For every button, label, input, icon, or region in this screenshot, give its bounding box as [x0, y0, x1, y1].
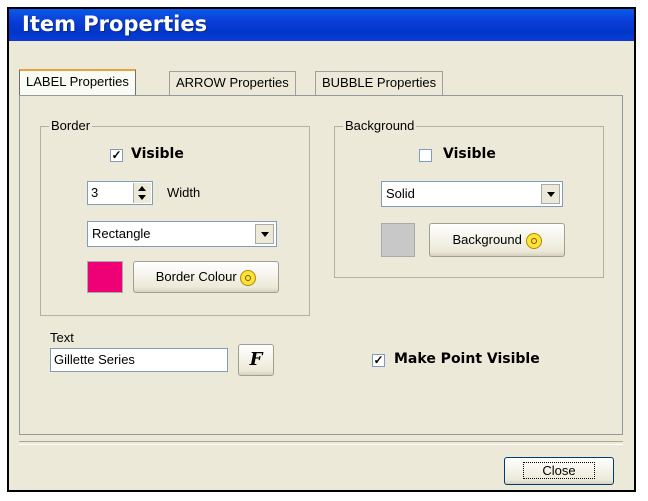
background-fill-select[interactable]: Solid	[381, 181, 563, 207]
background-fill-value: Solid	[386, 186, 415, 201]
footer-separator	[19, 441, 623, 445]
label-properties-panel: Border ✓ Visible 3 Width Rectangle Borde…	[19, 95, 623, 435]
border-colour-button-label: Border Colour	[155, 269, 237, 284]
tab-bubble-properties[interactable]: BUBBLE Properties	[315, 71, 444, 95]
tab-arrow-properties[interactable]: ARROW Properties	[169, 71, 296, 95]
border-colour-swatch	[87, 261, 123, 293]
text-label: Text	[50, 330, 74, 345]
tab-label: ARROW Properties	[176, 75, 289, 90]
background-colour-button-label: Background	[452, 232, 522, 247]
text-input-value: Gillette Series	[54, 352, 135, 367]
border-visible-label: Visible	[131, 146, 184, 162]
border-width-label: Width	[167, 185, 201, 200]
tab-label: LABEL Properties	[26, 74, 129, 89]
width-spinner[interactable]	[133, 183, 151, 203]
window-title: Item Properties	[22, 12, 208, 36]
border-group: Border ✓ Visible 3 Width Rectangle Borde…	[40, 118, 310, 316]
background-colour-swatch	[381, 223, 415, 257]
border-group-label: Border	[49, 118, 93, 133]
background-group: Background Visible Solid Background	[334, 118, 604, 278]
font-button-label: F	[249, 349, 263, 370]
check-mark-icon: ✓	[111, 148, 122, 162]
background-group-label: Background	[343, 118, 417, 133]
close-button-label: Close	[523, 462, 595, 479]
item-properties-window: Item Properties LABEL Properties ARROW P…	[7, 7, 636, 492]
palette-icon	[525, 232, 542, 249]
chevron-down-icon[interactable]	[255, 224, 274, 244]
border-shape-value: Rectangle	[92, 226, 151, 241]
close-button[interactable]: Close	[504, 457, 614, 485]
border-width-input[interactable]: 3	[87, 181, 153, 205]
make-point-visible-checkbox[interactable]: ✓	[372, 354, 385, 367]
border-colour-button[interactable]: Border Colour	[133, 261, 279, 293]
background-visible-label: Visible	[443, 146, 496, 162]
title-bar[interactable]: Item Properties	[9, 9, 634, 41]
palette-icon	[240, 269, 257, 286]
spin-up-icon[interactable]	[138, 186, 146, 191]
border-shape-select[interactable]: Rectangle	[87, 221, 277, 247]
chevron-down-icon[interactable]	[541, 184, 560, 204]
text-input[interactable]: Gillette Series	[50, 348, 228, 372]
font-button[interactable]: F	[238, 344, 274, 376]
spin-down-icon[interactable]	[138, 195, 146, 200]
make-point-visible-label: Make Point Visible	[394, 351, 540, 367]
tab-label: BUBBLE Properties	[322, 75, 437, 90]
background-colour-button[interactable]: Background	[429, 223, 565, 257]
border-visible-checkbox[interactable]: ✓	[110, 149, 123, 162]
background-visible-checkbox[interactable]	[419, 149, 432, 162]
check-mark-icon: ✓	[373, 353, 384, 367]
border-width-value: 3	[91, 185, 99, 200]
tab-label-properties[interactable]: LABEL Properties	[19, 69, 136, 95]
